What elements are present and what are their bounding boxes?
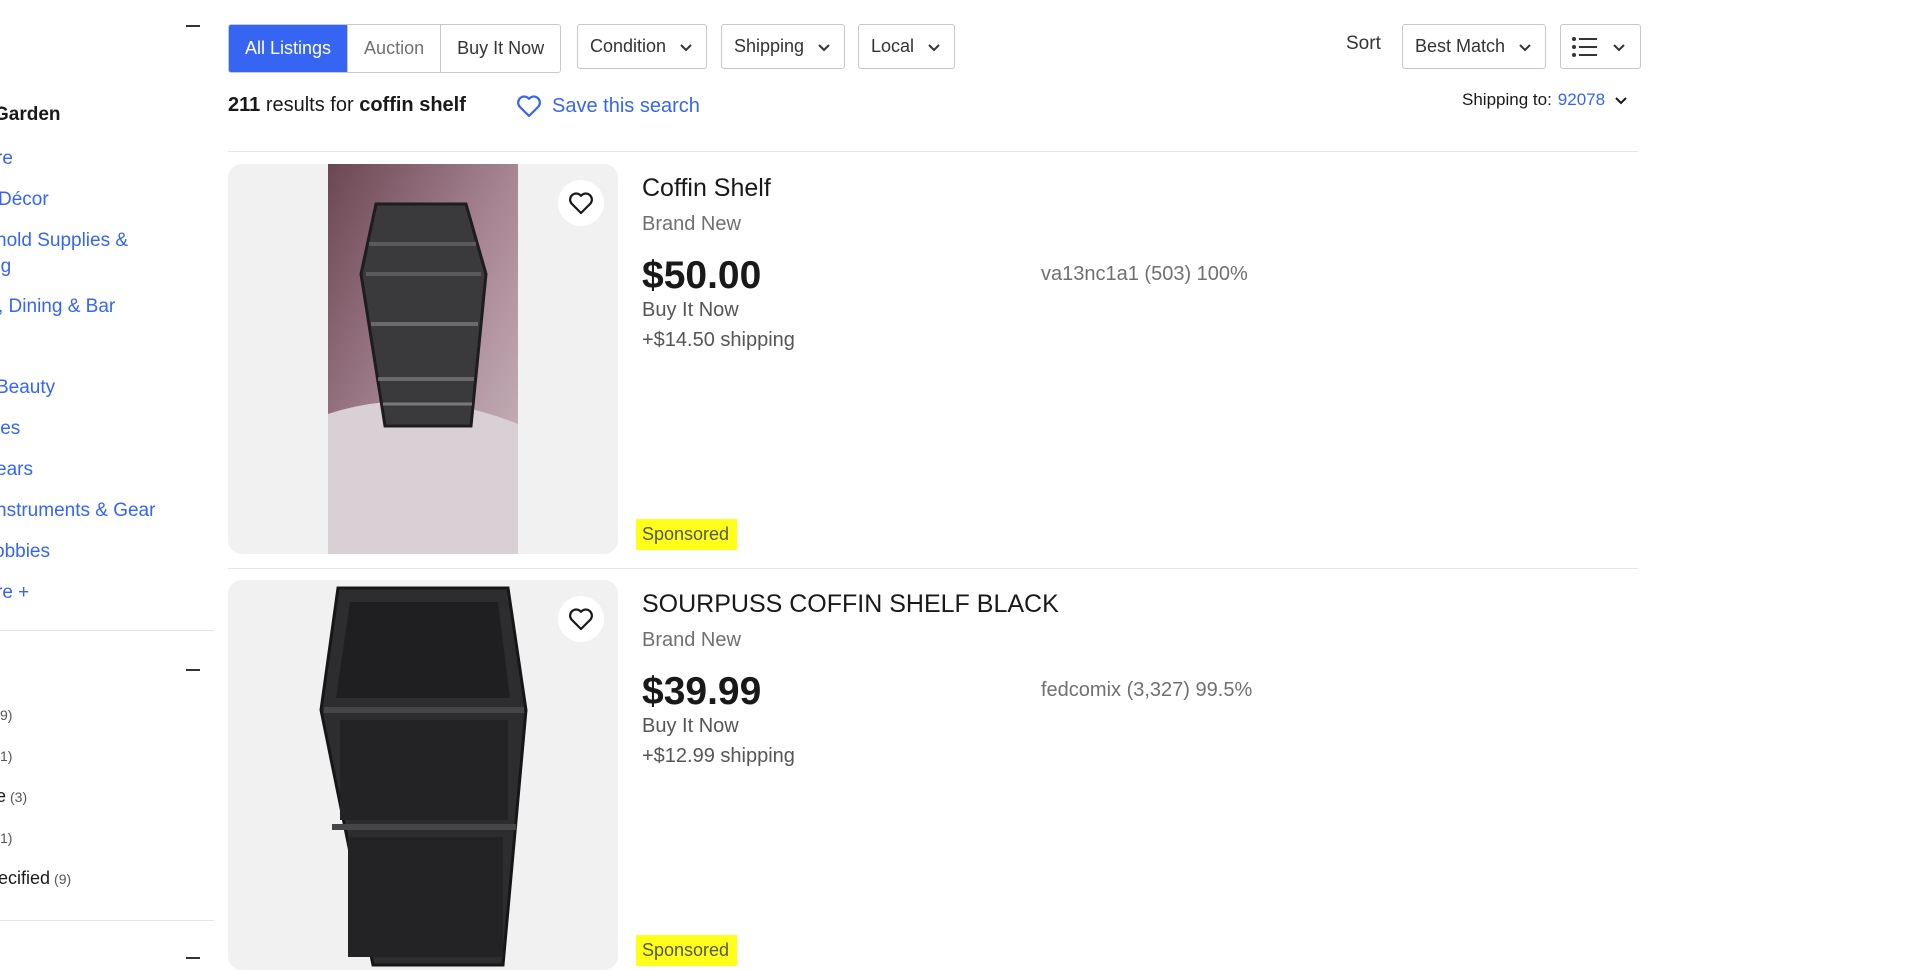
listing-image[interactable]	[228, 164, 618, 554]
tab-buy-it-now[interactable]: Buy It Now	[441, 25, 561, 72]
listing-card[interactable]: SOURPUSS COFFIN SHELF BLACK Brand New $3…	[228, 580, 1638, 970]
category-sidebar: Garden re Décor hold Supplies & ng , Din…	[0, 0, 214, 966]
heart-icon	[569, 192, 593, 215]
sort-label: Sort	[1346, 33, 1381, 54]
listing-shipping: +$12.99 shipping	[642, 745, 795, 767]
seller-info: fedcomix (3,327) 99.5%	[1041, 679, 1253, 701]
category-link-hobbies[interactable]: obbies	[0, 541, 50, 563]
listing-condition: Brand New	[642, 213, 741, 235]
save-search-label: Save this search	[552, 94, 700, 117]
category-link-beauty[interactable]: Beauty	[0, 377, 55, 399]
sponsored-badge: Sponsored	[636, 519, 738, 550]
results-summary: 211 results for coffin shelf	[228, 94, 466, 117]
chevron-down-icon	[1613, 43, 1625, 51]
sidebar-divider	[0, 630, 214, 631]
category-heading: Garden	[0, 104, 61, 125]
shipping-dropdown-label: Shipping	[734, 36, 805, 56]
heart-icon	[517, 95, 541, 118]
listing-shipping: +$14.50 shipping	[642, 329, 795, 351]
listing-condition: Brand New	[642, 629, 741, 651]
listing-title[interactable]: Coffin Shelf	[642, 174, 771, 203]
filter-option[interactable]: 1)	[0, 745, 12, 766]
listing-title[interactable]: SOURPUSS COFFIN SHELF BLACK	[642, 590, 1059, 619]
local-dropdown-label: Local	[871, 36, 915, 56]
local-dropdown[interactable]: Local	[858, 24, 956, 69]
shipping-dropdown[interactable]: Shipping	[721, 24, 846, 69]
heart-icon	[569, 608, 593, 631]
watch-button[interactable]	[558, 180, 604, 226]
coffin-shelf-photo	[328, 164, 518, 554]
filter-option-unspecified[interactable]: ecified (9)	[0, 868, 71, 889]
category-link-collectibles[interactable]: les	[0, 418, 20, 440]
condition-dropdown[interactable]: Condition	[577, 24, 708, 69]
sort-dropdown-value: Best Match	[1415, 36, 1506, 56]
chevron-down-icon	[818, 43, 830, 51]
chevron-down-icon	[928, 43, 940, 51]
search-query: coffin shelf	[359, 94, 466, 116]
watch-button[interactable]	[558, 596, 604, 642]
save-search-button[interactable]: Save this search	[516, 94, 700, 118]
divider	[228, 151, 1638, 152]
category-link-dining-bar[interactable]: , Dining & Bar	[0, 296, 115, 318]
listing-format: Buy It Now	[642, 715, 739, 737]
filter-option[interactable]: 9)	[0, 704, 12, 725]
tab-all-listings[interactable]: All Listings	[229, 25, 349, 72]
tab-auction[interactable]: Auction	[348, 25, 442, 72]
filter-option[interactable]: e (3)	[0, 786, 27, 807]
collapse-filter-icon[interactable]	[186, 957, 200, 959]
sort-dropdown[interactable]: Best Match	[1402, 24, 1547, 69]
listing-price: $39.99	[642, 670, 762, 713]
chevron-down-icon	[1519, 43, 1531, 51]
sidebar-divider	[0, 920, 214, 921]
shipping-to-label: Shipping to:	[1462, 90, 1552, 109]
collapse-categories-icon[interactable]	[186, 25, 200, 27]
category-link-partial[interactable]: .	[0, 330, 1, 352]
sponsored-badge: Sponsored	[636, 935, 738, 966]
category-link-household-supplies-line2[interactable]: ng	[0, 256, 11, 278]
divider	[228, 568, 1638, 569]
listing-price: $50.00	[642, 254, 762, 297]
filter-option[interactable]: 1)	[0, 827, 12, 848]
results-count: 211	[228, 94, 261, 116]
listing-card[interactable]: Coffin Shelf Brand New $50.00 Buy It Now…	[228, 164, 1638, 554]
category-link-musical-instruments[interactable]: nstruments & Gear	[0, 500, 155, 522]
condition-dropdown-label: Condition	[590, 36, 667, 56]
chevron-down-icon	[1615, 97, 1627, 105]
coffin-shelf-photo	[319, 586, 528, 967]
listing-type-tabs: All Listings Auction Buy It Now	[228, 24, 562, 73]
listing-image[interactable]	[228, 580, 618, 970]
listing-format: Buy It Now	[642, 299, 739, 321]
results-text: results for	[265, 94, 354, 116]
shipping-zip[interactable]: 92078	[1558, 90, 1605, 110]
category-link-gears[interactable]: ears	[0, 459, 33, 481]
category-link-furniture[interactable]: re	[0, 148, 13, 170]
list-view-icon	[1572, 36, 1597, 57]
shipping-to-selector[interactable]: Shipping to: 92078	[1462, 90, 1629, 110]
collapse-filter-icon[interactable]	[186, 669, 200, 671]
show-more-categories-link[interactable]: re +	[0, 582, 29, 604]
view-toggle-dropdown[interactable]	[1560, 24, 1641, 69]
chevron-down-icon	[680, 43, 692, 51]
category-link-home-decor[interactable]: Décor	[0, 189, 49, 211]
category-link-household-supplies[interactable]: hold Supplies &	[0, 230, 128, 252]
seller-info: va13nc1a1 (503) 100%	[1041, 263, 1248, 285]
